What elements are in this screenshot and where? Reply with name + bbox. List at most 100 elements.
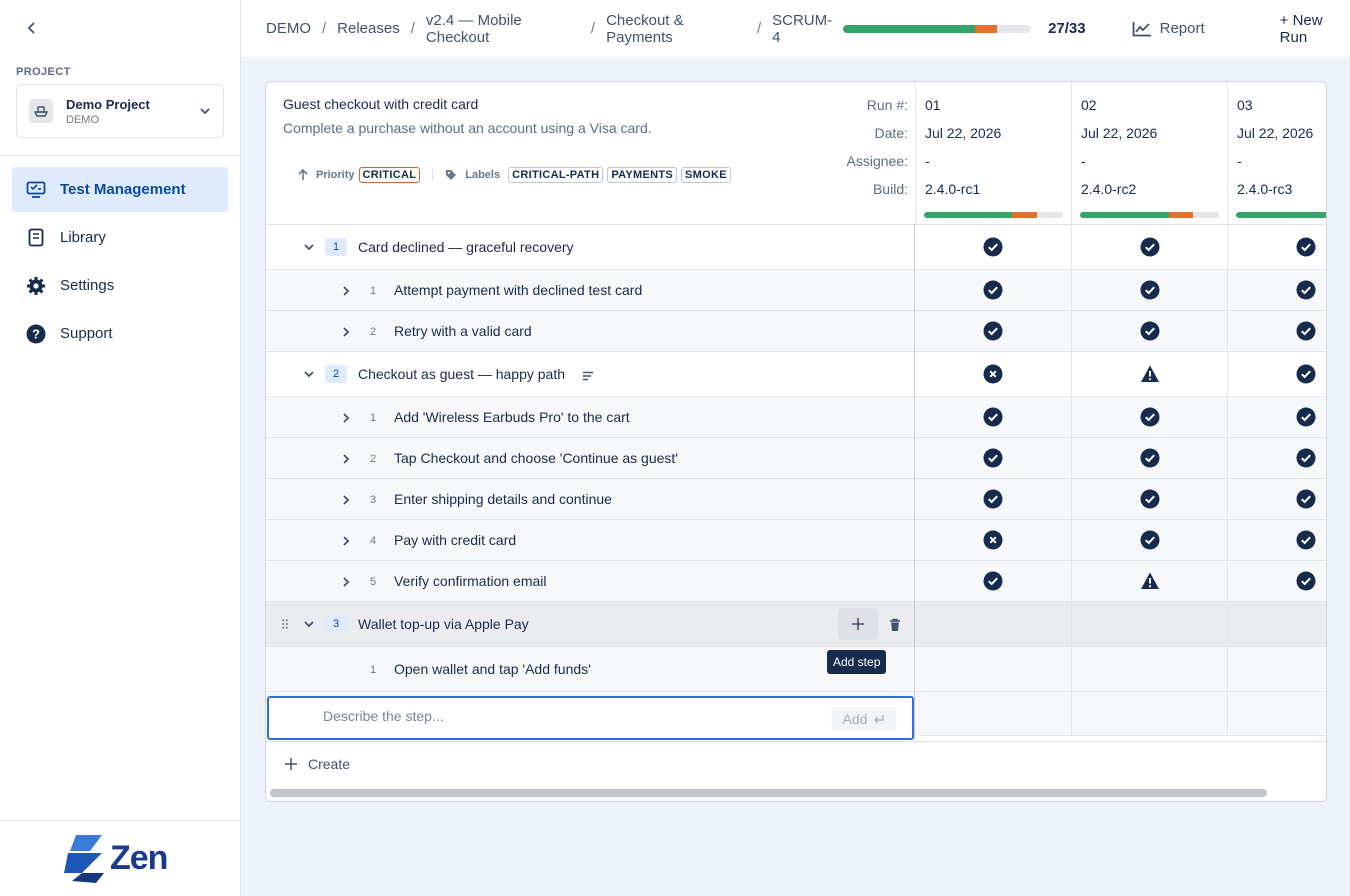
add-step-button[interactable]: [838, 608, 878, 640]
add-step-submit-button[interactable]: Add: [831, 707, 897, 731]
run-column-header[interactable]: 02 Jul 22, 2026 - 2.4.0-rc2: [1071, 82, 1227, 224]
status-cell[interactable]: [1071, 352, 1227, 396]
run-column-header[interactable]: 03 Jul 22, 2026 - 2.4.0-rc3: [1227, 82, 1326, 224]
run-column-header[interactable]: 01 Jul 22, 2026 - 2.4.0-rc1: [915, 82, 1071, 224]
status-cell[interactable]: [915, 311, 1071, 351]
status-cell[interactable]: [1227, 270, 1326, 310]
status-cell[interactable]: [1071, 479, 1227, 519]
step-group-row[interactable]: 1 Card declined — graceful recovery: [266, 225, 1326, 270]
test-case-card: Guest checkout with credit card Complete…: [265, 81, 1327, 802]
status-cell[interactable]: [1071, 520, 1227, 560]
status-cell[interactable]: [1071, 397, 1227, 437]
breadcrumb-item[interactable]: SCRUM-4: [772, 12, 836, 46]
status-cell[interactable]: [915, 397, 1071, 437]
chevron-down-icon[interactable]: [301, 616, 317, 632]
status-cell[interactable]: [1071, 438, 1227, 478]
step-row[interactable]: 5 Verify confirmation email: [266, 561, 1326, 602]
notes-icon[interactable]: [582, 368, 594, 384]
breadcrumb-item[interactable]: v2.4 — Mobile Checkout: [426, 12, 580, 46]
status-cell[interactable]: [1071, 647, 1227, 691]
status-cell[interactable]: [915, 692, 1071, 735]
status-cell[interactable]: [915, 438, 1071, 478]
step-row[interactable]: 3 Enter shipping details and continue: [266, 479, 1326, 520]
status-cell[interactable]: [1071, 270, 1227, 310]
horizontal-scrollbar[interactable]: [270, 789, 1267, 797]
sidebar-item-support[interactable]: ? Support: [12, 311, 228, 356]
new-run-button[interactable]: + New Run: [1280, 12, 1350, 46]
step-number-badge: 2: [369, 453, 377, 465]
status-cell[interactable]: [1227, 561, 1326, 601]
status-cell[interactable]: [915, 270, 1071, 310]
delete-group-button[interactable]: [886, 616, 904, 634]
collapse-sidebar-button[interactable]: [22, 18, 42, 38]
status-cell[interactable]: [915, 520, 1071, 560]
status-cell[interactable]: [915, 561, 1071, 601]
step-number-badge: 3: [369, 494, 377, 506]
project-selector[interactable]: Demo Project DEMO: [16, 84, 224, 138]
chevron-right-icon[interactable]: [338, 451, 354, 467]
chevron-right-icon[interactable]: [338, 533, 354, 549]
status-cell[interactable]: [915, 647, 1071, 691]
chevron-down-icon[interactable]: [301, 239, 317, 255]
status-cell[interactable]: [1227, 438, 1326, 478]
run-assignee: -: [1081, 153, 1086, 169]
step-row[interactable]: 2 Tap Checkout and choose 'Continue as gu…: [266, 438, 1326, 479]
status-cell[interactable]: [915, 352, 1071, 396]
breadcrumb-item[interactable]: Checkout & Payments: [606, 12, 746, 46]
status-cells: [915, 479, 1326, 519]
step-group-row[interactable]: 3 Wallet top-up via Apple Pay: [266, 602, 1326, 647]
status-cell[interactable]: [1227, 311, 1326, 351]
chevron-right-icon[interactable]: [338, 324, 354, 340]
status-cell[interactable]: [915, 479, 1071, 519]
status-cell[interactable]: [1071, 692, 1227, 735]
step-text: Pay with credit card: [394, 532, 517, 548]
status-passed-icon: [1140, 237, 1160, 257]
status-cell[interactable]: [1071, 602, 1227, 646]
status-cell[interactable]: [1071, 311, 1227, 351]
status-cell[interactable]: [915, 602, 1071, 646]
create-button[interactable]: Create: [266, 741, 1326, 786]
plus-icon: [852, 618, 864, 630]
sidebar-item-settings[interactable]: Settings: [12, 263, 228, 308]
step-row[interactable]: 2 Retry with a valid card: [266, 311, 1326, 352]
chevron-right-icon[interactable]: [338, 492, 354, 508]
step-row[interactable]: 1 Attempt payment with declined test card: [266, 270, 1326, 311]
status-cell[interactable]: [915, 225, 1071, 269]
step-row[interactable]: 1 Add 'Wireless Earbuds Pro' to the cart: [266, 397, 1326, 438]
step-row[interactable]: 1 Open wallet and tap 'Add funds': [266, 647, 1326, 692]
run-build: 2.4.0-rc3: [1237, 181, 1293, 197]
top-bar: DEMO / Releases / v2.4 — Mobile Checkout…: [241, 0, 1350, 57]
chart-icon: [1132, 21, 1151, 36]
status-cell[interactable]: [1227, 647, 1326, 691]
step-row[interactable]: 4 Pay with credit card: [266, 520, 1326, 561]
status-cell[interactable]: [1071, 561, 1227, 601]
status-cell[interactable]: [1227, 225, 1326, 269]
progress-passed: [842, 24, 975, 33]
status-passed-icon: [983, 407, 1003, 427]
sidebar-item-test-management[interactable]: Test Management: [12, 167, 228, 212]
chevron-right-icon[interactable]: [338, 574, 354, 590]
status-cell[interactable]: [1227, 692, 1326, 735]
status-cell[interactable]: [1227, 397, 1326, 437]
breadcrumb-item[interactable]: Releases: [337, 20, 400, 37]
chevron-right-icon[interactable]: [338, 283, 354, 299]
step-description-input[interactable]: [323, 708, 823, 724]
chevron-down-icon[interactable]: [301, 366, 317, 382]
status-cell[interactable]: [1227, 602, 1326, 646]
sidebar-item-library[interactable]: Library: [12, 215, 228, 260]
status-cell[interactable]: [1071, 225, 1227, 269]
help-icon: ?: [26, 324, 46, 344]
status-cell[interactable]: [1227, 479, 1326, 519]
step-group-row[interactable]: 2 Checkout as guest — happy path: [266, 352, 1326, 397]
test-case-meta: Priority CRITICAL Labels CRITICAL-PATH P…: [298, 167, 731, 183]
chevron-down-icon: [200, 108, 210, 115]
drag-handle-icon[interactable]: [280, 617, 290, 631]
status-cell[interactable]: [1227, 520, 1326, 560]
trash-icon: [890, 618, 900, 631]
status-cell[interactable]: [1227, 352, 1326, 396]
breadcrumb-item[interactable]: DEMO: [266, 20, 311, 37]
run-assignee-label: Assignee:: [846, 153, 908, 169]
report-button[interactable]: Report: [1132, 20, 1205, 37]
label-badge: PAYMENTS: [607, 167, 678, 183]
chevron-right-icon[interactable]: [338, 410, 354, 426]
